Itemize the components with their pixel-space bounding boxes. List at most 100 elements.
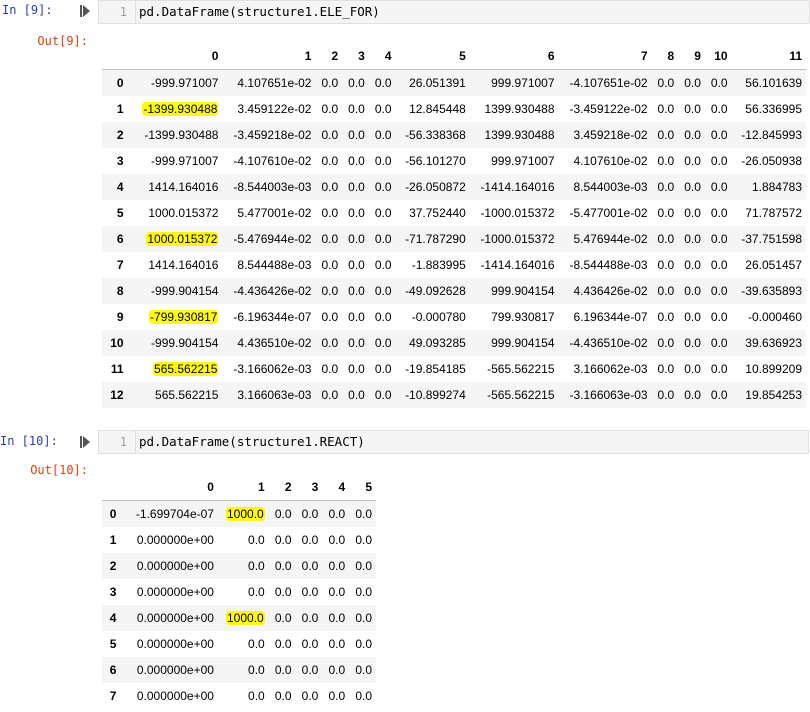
table-cell: -1.883995 <box>411 258 466 272</box>
table-cell: 0.0 <box>374 102 392 116</box>
table-cell: 0.0 <box>328 533 346 547</box>
column-header: 10 <box>704 42 732 70</box>
table-cell: 56.336995 <box>745 102 802 116</box>
table-cell: 12.845448 <box>409 102 466 116</box>
table-header-row: 0 1 2 3 4 5 6 7 8 9 10 11 <box>102 42 806 70</box>
table-row: 12 565.562215 3.166063e-03 0.0 0.0 0.0 -10.899… <box>102 382 806 408</box>
table-cell: 3.166063e-03 <box>237 388 312 402</box>
table-cell: 0.0 <box>684 388 701 402</box>
table-cell: 1.884783 <box>751 180 802 194</box>
column-header: 1 <box>222 42 316 70</box>
table-cell: 0.0 <box>684 232 701 246</box>
table-cell: 0.0 <box>657 128 675 142</box>
table-cell: 0.0 <box>321 76 339 90</box>
table-cell: 0.0 <box>321 180 339 194</box>
dataframe-ele-for: 0 1 2 3 4 5 6 7 8 9 10 11 0 -999.971007 4.107651e-02 0… <box>102 42 806 408</box>
table-cell: 0.0 <box>301 611 319 625</box>
table-cell: 0.0 <box>274 689 292 703</box>
table-cell: 0.0 <box>348 206 365 220</box>
table-cell: 0.0 <box>710 102 728 116</box>
table-cell: 0.0 <box>374 362 392 376</box>
row-index: 11 <box>110 362 124 376</box>
column-header: 9 <box>678 42 705 70</box>
table-cell: -26.050938 <box>741 154 802 168</box>
table-cell: 0.0 <box>348 154 365 168</box>
row-index: 1 <box>109 533 117 547</box>
column-header: 2 <box>315 42 343 70</box>
table-cell: 0.0 <box>348 336 365 350</box>
table-cell: -4.436426e-02 <box>233 284 312 298</box>
run-cell-icon[interactable] <box>80 4 90 18</box>
table-cell: 0.0 <box>328 585 346 599</box>
table-cell: 0.0 <box>301 585 319 599</box>
column-header: 0 <box>124 473 218 501</box>
run-cell-icon[interactable] <box>80 435 90 449</box>
table-cell: 0.0 <box>355 585 372 599</box>
table-cell: -1414.164016 <box>480 258 555 272</box>
table-cell: 0.0 <box>684 128 701 142</box>
table-cell: 1000.015372 <box>148 206 219 220</box>
table-cell: 0.000000e+00 <box>136 637 214 651</box>
table-cell: 49.093285 <box>409 336 466 350</box>
table-cell: 0.0 <box>321 388 339 402</box>
table-row: 2 -1399.930488 -3.459218e-02 0.0 0.0 0.0 -56.3… <box>102 122 806 148</box>
table-cell: 0.0 <box>301 533 319 547</box>
table-cell: 0.0 <box>684 336 701 350</box>
table-cell: -999.971007 <box>151 76 219 90</box>
table-cell: 0.0 <box>355 611 372 625</box>
table-cell: -4.107610e-02 <box>233 154 312 168</box>
table-cell: 0.0 <box>710 284 728 298</box>
code-text: pd.DataFrame(structure1.REACT) <box>135 431 365 453</box>
column-header: 7 <box>558 42 652 70</box>
table-cell: 0.0 <box>710 232 728 246</box>
column-header: 1 <box>217 473 269 501</box>
row-index: 2 <box>116 128 124 142</box>
table-cell: 0.0 <box>374 284 392 298</box>
table-cell: 1414.164016 <box>148 258 219 272</box>
table-cell: 0.0 <box>355 533 372 547</box>
table-cell: 0.0 <box>274 533 292 547</box>
table-cell: -1000.015372 <box>480 232 555 246</box>
table-cell: 0.0 <box>328 559 346 573</box>
table-cell: -8.544003e-03 <box>233 180 312 194</box>
table-cell: 0.0 <box>684 206 701 220</box>
table-cell: 0.0 <box>684 362 701 376</box>
table-cell: 0.0 <box>348 128 365 142</box>
row-index: 4 <box>116 180 124 194</box>
table-cell: 0.0 <box>321 362 339 376</box>
table-cell: 0.0 <box>374 128 392 142</box>
row-index: 0 <box>116 76 124 90</box>
table-cell: 0.0 <box>684 180 701 194</box>
table-cell: -1.699704e-07 <box>135 507 214 521</box>
table-cell: -4.107651e-02 <box>569 76 648 90</box>
row-index: 5 <box>116 206 124 220</box>
table-cell: 37.752440 <box>409 206 466 220</box>
column-header: 4 <box>322 473 350 501</box>
table-cell: 0.0 <box>321 154 339 168</box>
table-cell: 799.930817 <box>491 310 555 324</box>
highlighted-value: 1000.0 <box>226 611 265 625</box>
row-index: 1 <box>116 102 124 116</box>
table-cell: 4.107610e-02 <box>573 154 648 168</box>
table-row: 10 -999.904154 4.436510e-02 0.0 0.0 0.0 49.093… <box>102 330 806 356</box>
table-cell: 0.0 <box>348 284 365 298</box>
input-prompt: In [9]: <box>2 3 53 17</box>
table-cell: 0.0 <box>684 258 701 272</box>
code-input[interactable]: 1 pd.DataFrame(structure1.REACT) <box>98 430 809 454</box>
highlighted-cell: -1399.930488 <box>132 96 223 122</box>
table-cell: 565.562215 <box>155 388 219 402</box>
table-cell: 0.000000e+00 <box>136 689 214 703</box>
table-cell: 26.051391 <box>409 76 466 90</box>
row-index: 7 <box>109 689 117 703</box>
row-index: 2 <box>109 559 117 573</box>
highlighted-cell: -799.930817 <box>132 304 223 330</box>
table-cell: -3.166063e-03 <box>569 388 648 402</box>
table-cell: 0.0 <box>301 663 319 677</box>
table-cell: 0.0 <box>684 310 701 324</box>
highlighted-cell: 1000.015372 <box>132 226 223 252</box>
table-cell: 0.0 <box>348 232 365 246</box>
column-header: 6 <box>469 42 559 70</box>
table-cell: 0.0 <box>374 206 392 220</box>
table-cell: 0.0 <box>355 559 372 573</box>
code-input[interactable]: 1 pd.DataFrame(structure1.ELE_FOR) <box>98 0 810 24</box>
